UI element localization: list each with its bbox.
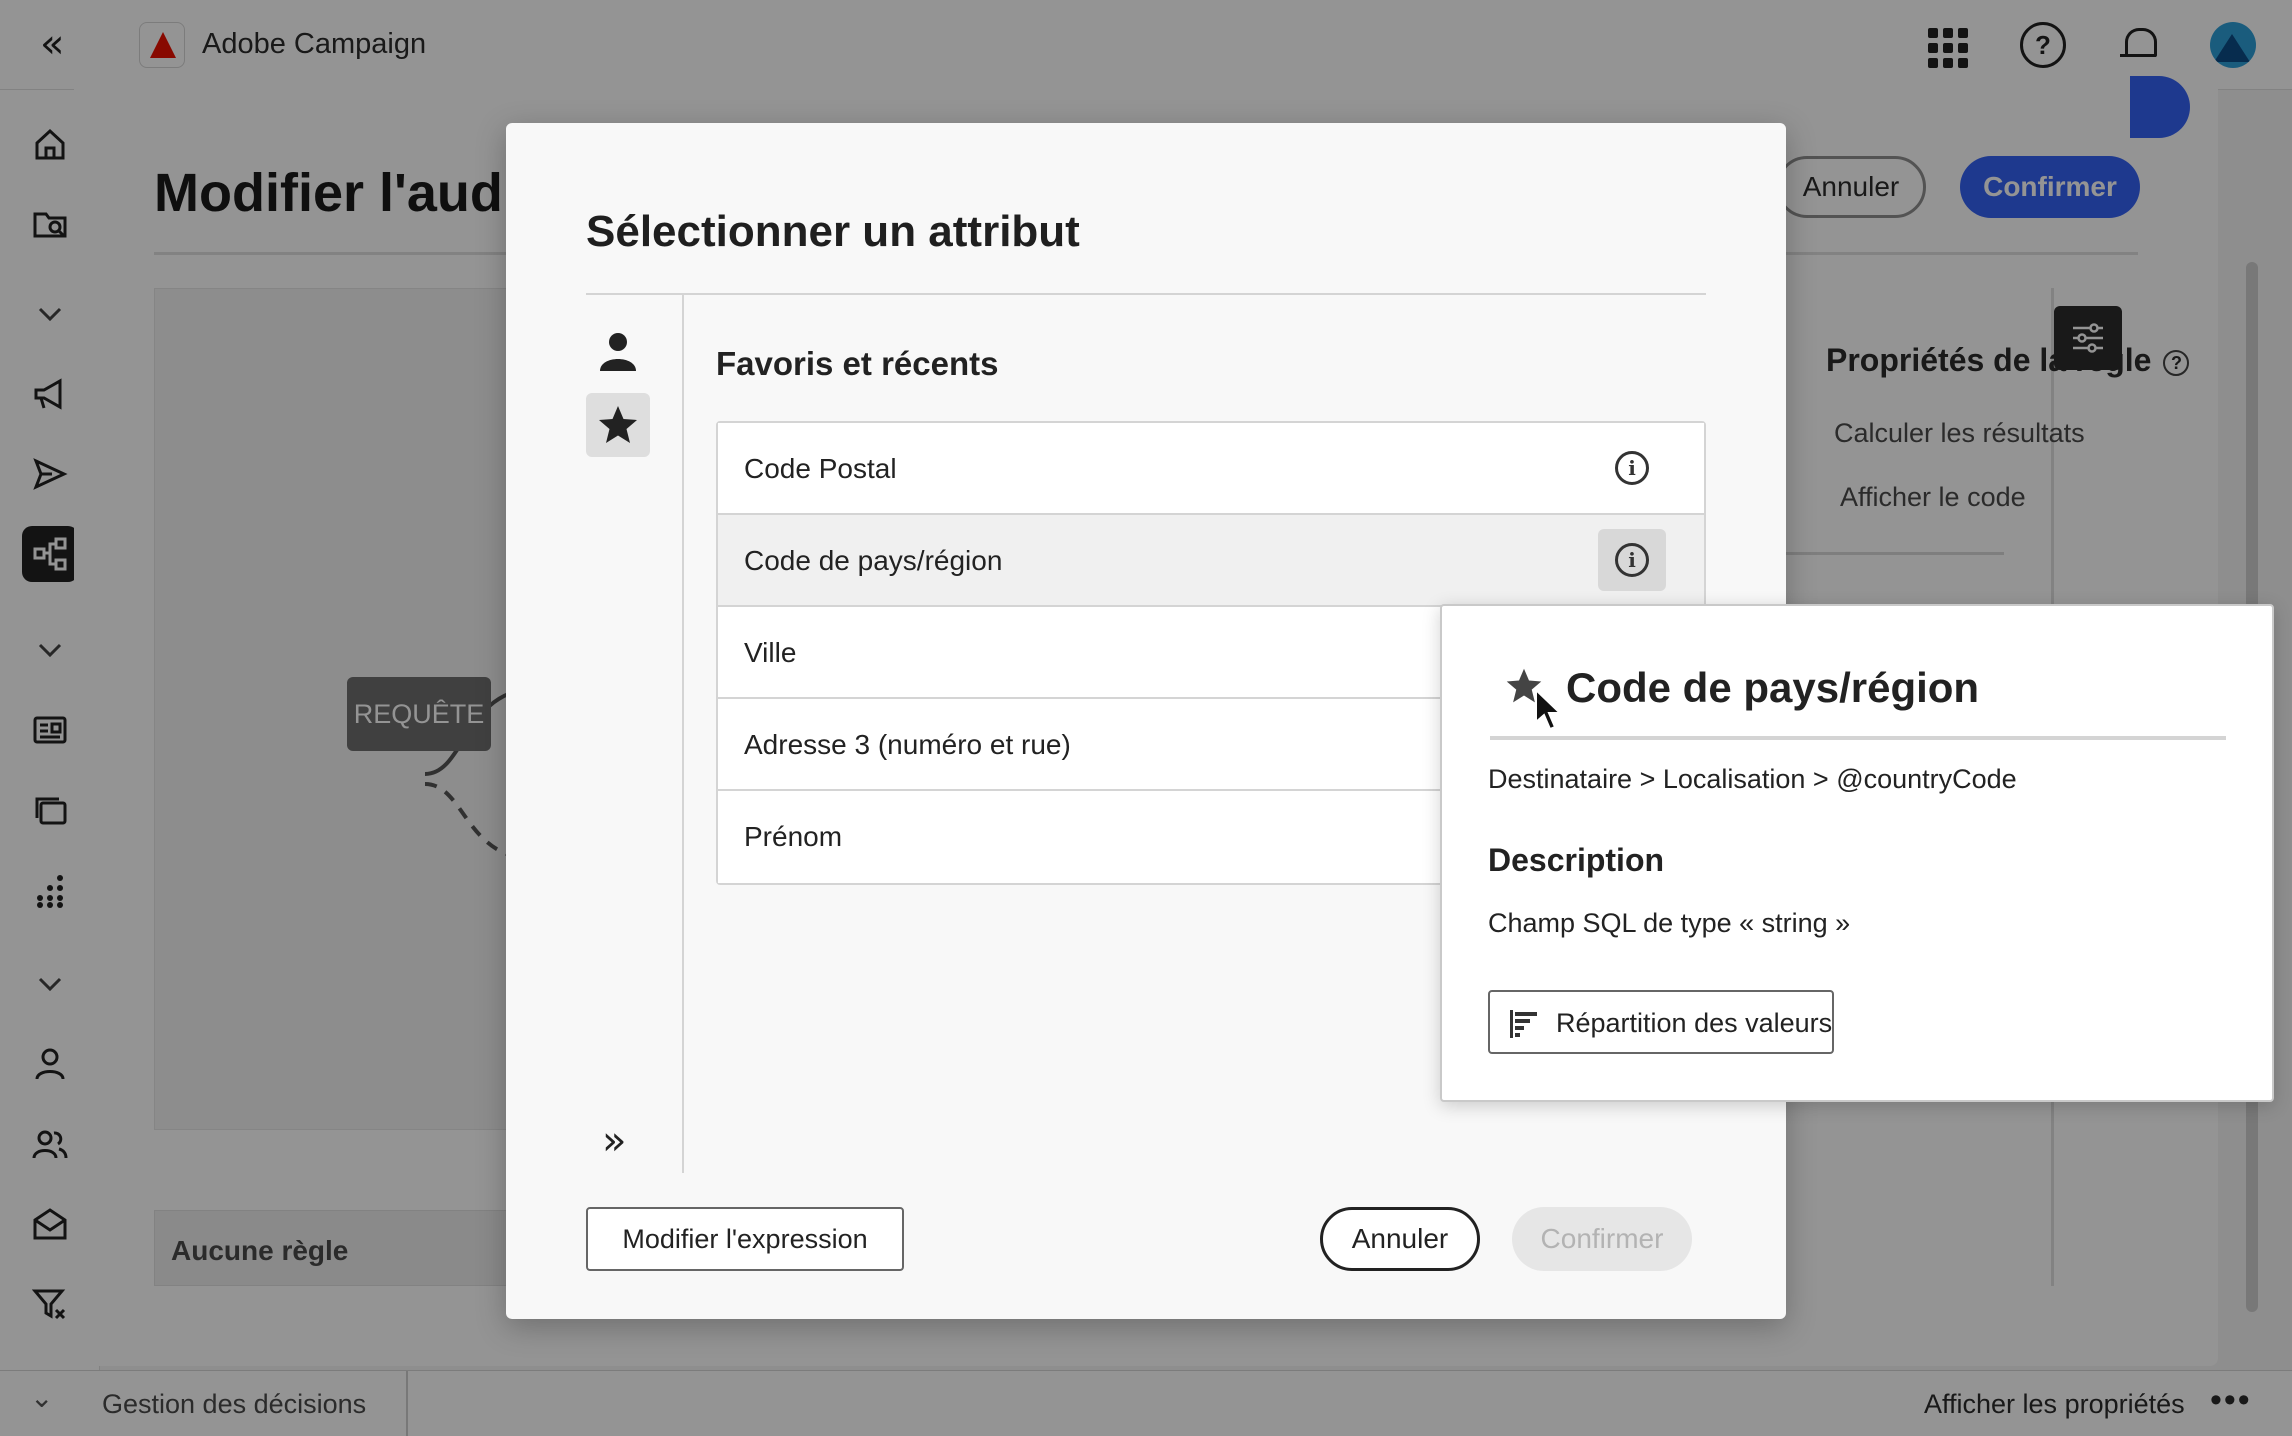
value-distribution-button[interactable]: Répartition des valeurs	[1488, 990, 1834, 1054]
attribute-path: Destinataire > Localisation > @countryCo…	[1488, 764, 2017, 794]
distribution-chart-icon	[1510, 1010, 1537, 1038]
attribute-details-popover: Code de pays/région Destinataire > Local…	[1440, 604, 2274, 1102]
mouse-cursor-icon	[1535, 688, 1563, 731]
divider	[1490, 736, 2226, 740]
attribute-label: Code Postal	[744, 453, 897, 484]
cancel-button[interactable]: Annuler	[1320, 1207, 1480, 1271]
divider	[682, 295, 684, 1173]
confirm-button[interactable]: Confirmer	[1512, 1207, 1692, 1271]
list-item[interactable]: Code de pays/région i	[718, 515, 1704, 607]
info-icon: i	[1615, 543, 1649, 577]
info-button[interactable]: i	[1598, 529, 1666, 591]
divider	[586, 293, 1706, 295]
attribute-label: Adresse 3 (numéro et rue)	[744, 729, 1071, 760]
info-icon: i	[1615, 451, 1649, 485]
favorites-tab[interactable]	[586, 393, 650, 457]
attribute-label: Prénom	[744, 821, 843, 852]
info-button[interactable]: i	[1598, 437, 1666, 499]
modify-expression-button[interactable]: Modifier l'expression	[586, 1207, 904, 1271]
expand-icon[interactable]: »	[602, 1121, 626, 1161]
dialog-title: Sélectionner un attribut	[586, 207, 1080, 256]
attribute-label: Code de pays/région	[744, 545, 1003, 576]
favorites-heading: Favoris et récents	[716, 345, 999, 382]
description-heading: Description	[1488, 842, 1665, 878]
attribute-label: Ville	[744, 637, 797, 668]
list-item[interactable]: Code Postal i	[718, 423, 1704, 515]
attribute-title: Code de pays/région	[1566, 664, 1980, 711]
user-icon	[600, 333, 636, 371]
value-distribution-label: Répartition des valeurs	[1556, 1008, 1833, 1038]
star-icon	[599, 406, 637, 443]
recipient-tab[interactable]	[586, 319, 650, 383]
description-text: Champ SQL de type « string »	[1488, 908, 1851, 938]
